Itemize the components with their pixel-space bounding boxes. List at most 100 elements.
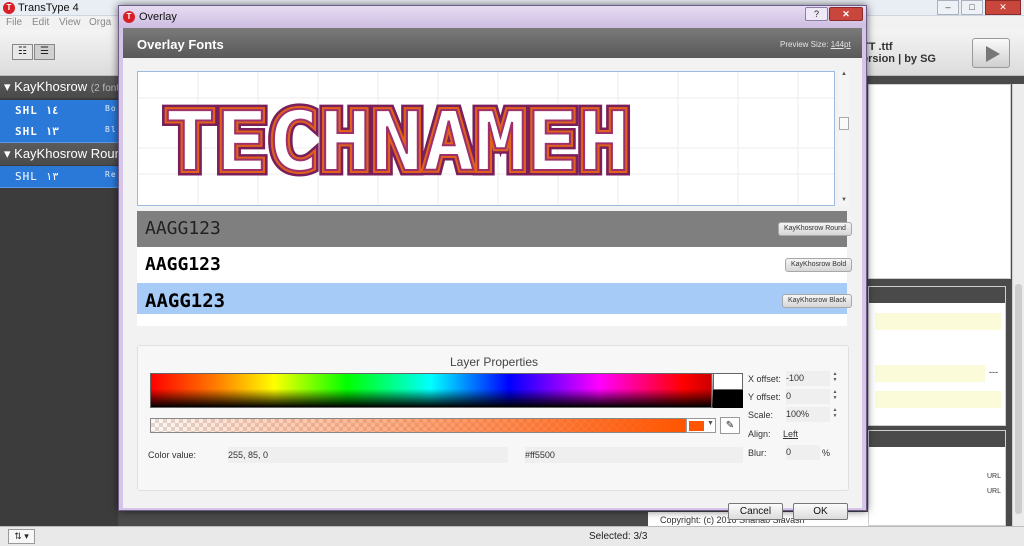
- font-sample: SHL ١٣: [15, 125, 59, 138]
- x-offset-field[interactable]: -100: [786, 371, 830, 386]
- sort-button[interactable]: ⇅ ▾: [8, 529, 35, 544]
- font-url-panel: URL URL: [868, 430, 1006, 526]
- x-offset-stepper[interactable]: ▲ ▼: [831, 371, 839, 383]
- convert-button[interactable]: [972, 38, 1010, 68]
- blur-value: 0: [786, 447, 792, 457]
- blur-unit: %: [822, 448, 831, 458]
- statusbar: ⇅ ▾ Selected: 3/3: [0, 526, 1024, 546]
- grid-view-icon[interactable]: ☷: [12, 44, 33, 60]
- font-sample: SHL ١٣: [15, 170, 59, 183]
- overlay-dialog: T Overlay ? ✕ Overlay Fonts Preview Size…: [118, 5, 867, 520]
- layer-font-tag[interactable]: KayKhosrow Black: [782, 294, 853, 308]
- info-field[interactable]: [875, 365, 985, 382]
- play-icon: [986, 46, 1000, 62]
- cancel-button[interactable]: Cancel: [728, 503, 783, 520]
- font-style: Re: [105, 170, 117, 179]
- dialog-header: Overlay Fonts Preview Size: 144pt: [123, 28, 862, 58]
- expand-arrow-icon: ▾: [4, 146, 11, 161]
- layer-row-bold[interactable]: AAGG123 KayKhosrow Bold: [137, 247, 853, 283]
- dialog-close-button[interactable]: ✕: [829, 7, 863, 21]
- dialog-heading: Overlay Fonts: [137, 37, 224, 52]
- layer-properties-title: Layer Properties: [449, 355, 539, 369]
- dialog-title: Overlay: [139, 11, 177, 23]
- scrollbar-thumb[interactable]: [839, 117, 849, 130]
- scrollbar-thumb[interactable]: [1015, 284, 1022, 514]
- font-preview-panel: [868, 84, 1011, 279]
- chevron-down-icon: ▼: [707, 420, 714, 427]
- scale-field[interactable]: 100%: [786, 407, 830, 422]
- x-offset-value: -100: [786, 373, 805, 383]
- dialog-titlebar: T Overlay ? ✕: [119, 6, 866, 28]
- layer-row-round[interactable]: AAGG123 KayKhosrow Round: [137, 211, 852, 247]
- font-file-info: TT .ttf ersion | by SG: [862, 41, 936, 65]
- preview-scrollbar[interactable]: ▲ ▼: [839, 71, 849, 207]
- family-font-count: (2 fonts: [90, 83, 118, 94]
- y-offset-label: Y offset:: [748, 392, 781, 402]
- family-header-kaykhosrow[interactable]: ▾ KayKhosrow (2 fonts: [0, 76, 118, 98]
- font-sample: SHL ١٤: [15, 104, 59, 117]
- app-close-button[interactable]: ✕: [985, 0, 1021, 15]
- app-logo-icon: T: [3, 2, 15, 14]
- y-offset-stepper[interactable]: ▲ ▼: [831, 389, 839, 401]
- info-dash: ---: [989, 367, 998, 377]
- opacity-slider[interactable]: [150, 418, 686, 433]
- overlay-preview: TECHNAMEH TECHNAMEH TECHNAMEH: [137, 71, 835, 206]
- app-title: TransType 4: [18, 2, 79, 14]
- preview-canvas: TECHNAMEH TECHNAMEH TECHNAMEH: [138, 72, 834, 205]
- family-name: KayKhosrow: [14, 79, 88, 94]
- panel-header-bar: [869, 431, 1005, 447]
- list-view-icon[interactable]: ☰: [34, 44, 55, 60]
- align-dropdown[interactable]: Left: [783, 429, 798, 439]
- color-spectrum-picker[interactable]: [150, 373, 712, 408]
- layer-properties-panel: Layer Properties ▼ ✎ Color value: 255, 8…: [137, 345, 849, 491]
- menu-view[interactable]: View: [59, 17, 81, 28]
- layer-font-tag[interactable]: KayKhosrow Round: [778, 222, 852, 236]
- panel-header-bar: [869, 287, 1005, 303]
- family-header-kaykhosrow-round[interactable]: ▾ KayKhosrow Roun: [0, 143, 118, 165]
- font-row[interactable]: SHL ١٤ Bo: [0, 100, 118, 122]
- scale-stepper[interactable]: ▲ ▼: [831, 407, 839, 419]
- preview-size: Preview Size: 144pt: [780, 40, 851, 49]
- preview-size-value[interactable]: 144pt: [831, 40, 851, 49]
- minimize-button[interactable]: –: [937, 0, 959, 15]
- font-style: Bl: [105, 125, 117, 134]
- layer-font-tag[interactable]: KayKhosrow Bold: [785, 258, 853, 272]
- layer-sample-text: AAGG123: [145, 290, 226, 312]
- font-list-panel: ▾ KayKhosrow (2 fonts SHL ١٤ Bo SHL ١٣ B…: [0, 76, 118, 526]
- black-white-swatch[interactable]: [712, 373, 743, 408]
- hex-color-field[interactable]: #ff5500: [525, 447, 743, 463]
- scroll-down-icon[interactable]: ▼: [839, 197, 849, 203]
- font-info-panel: ---: [868, 286, 1006, 426]
- font-row[interactable]: SHL ١٣ Re: [0, 166, 118, 188]
- help-button[interactable]: ?: [805, 7, 828, 21]
- preview-text-inner: TECHNAMEH: [164, 95, 630, 190]
- ok-button[interactable]: OK: [793, 503, 848, 520]
- color-value-label: Color value:: [148, 450, 197, 460]
- align-label: Align:: [748, 429, 771, 439]
- y-offset-field[interactable]: 0: [786, 389, 830, 404]
- color-value-text: 255, 85, 0: [228, 450, 269, 460]
- eyedropper-icon[interactable]: ✎: [720, 417, 740, 434]
- scroll-up-icon[interactable]: ▲: [839, 71, 849, 77]
- black-swatch[interactable]: [713, 390, 743, 408]
- right-scrollbar[interactable]: [1012, 84, 1024, 526]
- info-field[interactable]: [875, 391, 1001, 408]
- app-logo-icon: T: [123, 11, 135, 23]
- x-offset-label: X offset:: [748, 374, 781, 384]
- maximize-button[interactable]: □: [961, 0, 983, 15]
- url-label: URL: [987, 473, 1002, 480]
- color-dropdown[interactable]: ▼: [686, 418, 716, 433]
- menu-edit[interactable]: Edit: [32, 17, 49, 28]
- font-row[interactable]: SHL ١٣ Bl: [0, 121, 118, 143]
- blur-field[interactable]: 0: [786, 445, 820, 460]
- y-offset-value: 0: [786, 391, 792, 401]
- layer-list-spacer: [137, 314, 847, 326]
- menu-file[interactable]: File: [6, 17, 22, 28]
- menu-organize[interactable]: Orga: [89, 17, 111, 28]
- info-field[interactable]: [875, 313, 1001, 330]
- hex-color-text: #ff5500: [525, 450, 555, 460]
- color-value-field[interactable]: 255, 85, 0: [228, 447, 508, 463]
- white-swatch[interactable]: [713, 373, 743, 390]
- selection-count: Selected: 3/3: [589, 531, 648, 542]
- font-file-name: TT .ttf: [862, 41, 893, 53]
